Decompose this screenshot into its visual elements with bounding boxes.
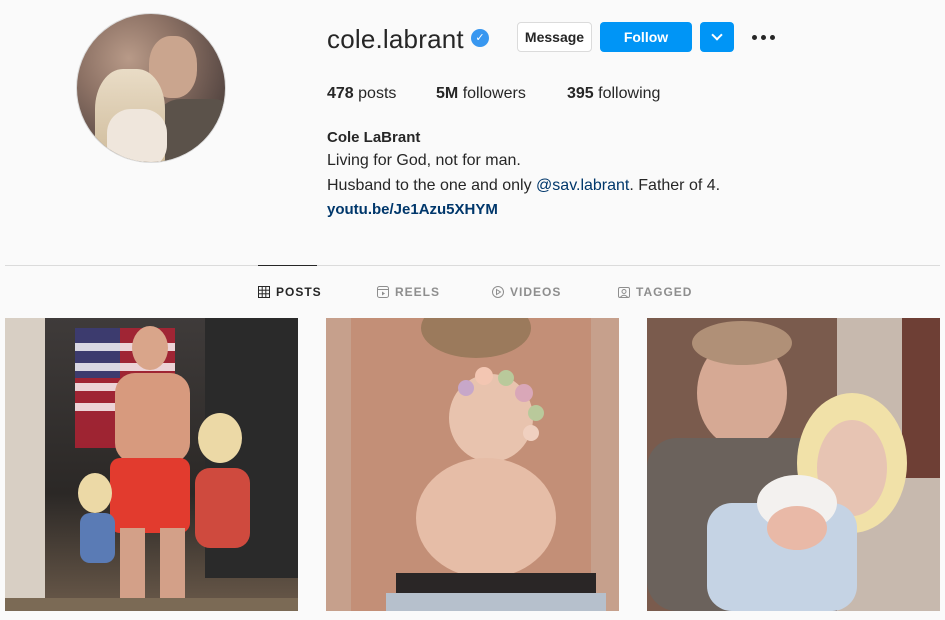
post-image [5,318,298,611]
post-thumbnail[interactable] [326,318,619,611]
follow-button[interactable]: Follow [600,22,692,52]
post-thumbnail[interactable] [5,318,298,611]
tab-label: VIDEOS [510,285,562,299]
message-button[interactable]: Message [517,22,592,52]
following-count-value: 395 [567,85,594,102]
tab-posts[interactable]: POSTS [258,285,322,299]
more-dot-icon [761,35,766,40]
profile-username: cole.labrant [327,24,464,54]
post-image [326,318,619,611]
tab-reels[interactable]: REELS [377,285,440,299]
followers-count-value: 5M [436,85,459,102]
tab-label: REELS [395,285,441,299]
more-dot-icon [770,35,775,40]
posts-count-value: 478 [327,85,354,102]
post-image [647,318,940,611]
posts-count-label: posts [358,85,397,102]
post-thumbnail[interactable] [647,318,940,611]
grid-icon [258,286,270,298]
bio-text: Husband to the one and only [327,177,537,194]
tab-videos[interactable]: VIDEOS [492,285,561,299]
followers-count[interactable]: 5M followers [436,85,526,103]
play-icon [492,286,504,298]
bio-mention-link[interactable]: @sav.labrant [536,177,629,194]
tab-label: TAGGED [636,285,693,299]
profile-avatar[interactable] [76,13,226,163]
suggested-accounts-button[interactable] [700,22,734,52]
profile-link[interactable]: youtu.be/Je1Azu5XHYM [327,201,498,218]
profile-full-name: Cole LaBrant [327,129,421,146]
more-dot-icon [752,35,757,40]
more-options-button[interactable] [750,24,778,48]
followers-count-label: followers [462,85,526,102]
avatar-figure [157,99,225,162]
tab-tagged[interactable]: TAGGED [618,285,692,299]
active-tab-indicator [258,265,317,266]
verified-badge-icon: ✓ [471,29,489,47]
bio-line: Living for God, not for man. [327,152,521,169]
tag-icon [618,287,630,298]
bio-text: . Father of 4. [629,177,721,194]
chevron-down-icon [711,29,723,41]
posts-count: 478 posts [327,85,396,103]
reels-icon [377,286,389,298]
avatar-figure [107,109,167,162]
following-count[interactable]: 395 following [567,85,660,103]
bio-line: Husband to the one and only @sav.labrant… [327,177,720,195]
tab-label: POSTS [276,285,322,299]
following-count-label: following [598,85,661,102]
tabs-divider [5,265,940,266]
